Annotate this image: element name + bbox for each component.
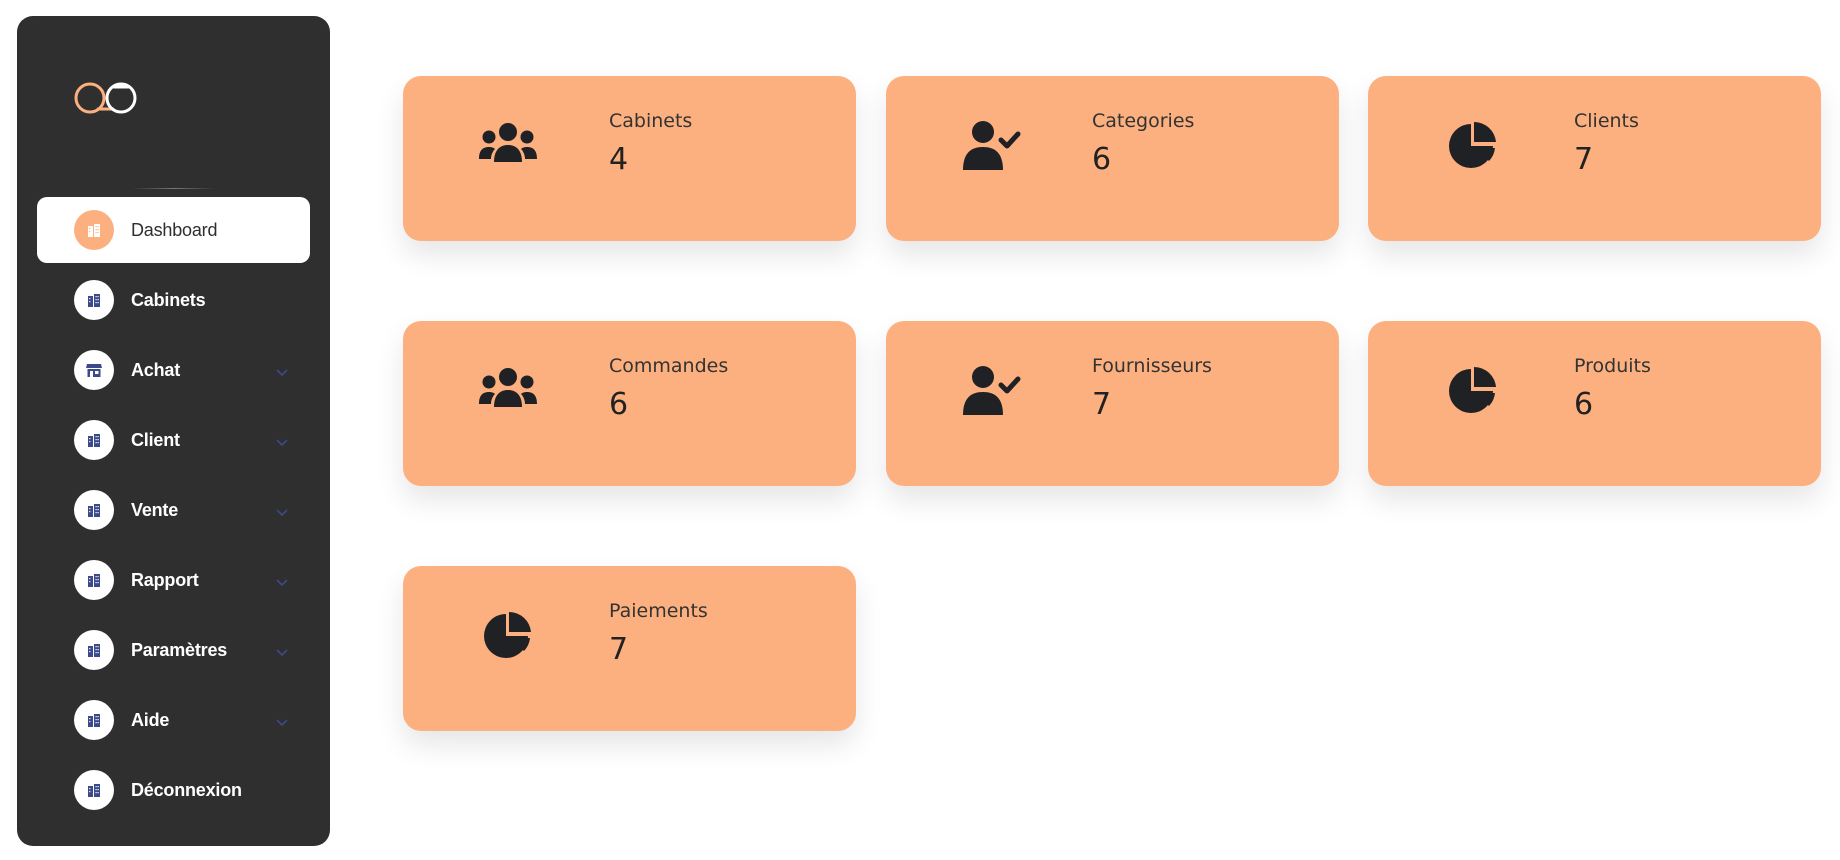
sidebar-item-client[interactable]: Client xyxy=(37,407,310,473)
pie-chart-icon xyxy=(1443,365,1503,417)
sidebar-item-label: Aide xyxy=(131,709,170,730)
sidebar-item-deconnexion[interactable]: Déconnexion xyxy=(37,757,310,823)
building-icon xyxy=(74,770,114,810)
user-check-icon xyxy=(961,365,1021,417)
chevron-down-icon[interactable] xyxy=(276,574,288,587)
sidebar-item-label: Vente xyxy=(131,499,179,520)
sidebar-item-aide[interactable]: Aide xyxy=(37,687,310,753)
sidebar-item-label: Dashboard xyxy=(131,219,218,240)
sidebar-item-label: Client xyxy=(131,429,180,450)
users-icon xyxy=(478,365,538,417)
pie-chart-icon xyxy=(478,610,538,662)
card-value: 7 xyxy=(1092,387,1112,422)
sidebar-item-parametres[interactable]: Paramètres xyxy=(37,617,310,683)
chevron-down-icon[interactable] xyxy=(276,434,288,447)
sidebar-item-achat[interactable]: Achat xyxy=(37,337,310,403)
card-title: Categories xyxy=(1092,110,1195,132)
chevron-down-icon[interactable] xyxy=(276,364,288,377)
building-icon xyxy=(74,700,114,740)
logo[interactable] xyxy=(71,78,151,118)
sidebar-item-label: Cabinets xyxy=(131,289,206,310)
sidebar-item-label: Achat xyxy=(131,359,181,380)
chevron-down-icon[interactable] xyxy=(276,644,288,657)
building-icon xyxy=(74,560,114,600)
stat-card-categories[interactable]: Categories 6 xyxy=(886,76,1339,241)
card-value: 6 xyxy=(1574,387,1594,422)
sidebar-item-label: Paramètres xyxy=(131,639,228,660)
pie-chart-icon xyxy=(1443,120,1503,172)
sidebar-item-rapport[interactable]: Rapport xyxy=(37,547,310,613)
sidebar-item-label: Déconnexion xyxy=(131,779,242,800)
building-icon xyxy=(74,490,114,530)
card-title: Commandes xyxy=(609,355,729,377)
card-title: Cabinets xyxy=(609,110,693,132)
building-icon xyxy=(74,630,114,670)
sidebar-item-label: Rapport xyxy=(131,569,199,590)
logo-divider xyxy=(132,188,216,189)
card-value: 7 xyxy=(609,632,629,667)
building-icon xyxy=(74,210,114,250)
card-value: 7 xyxy=(1574,142,1594,177)
stat-card-paiements[interactable]: Paiements 7 xyxy=(403,566,856,731)
card-title: Clients xyxy=(1574,110,1639,132)
user-check-icon xyxy=(961,120,1021,172)
card-value: 6 xyxy=(1092,142,1112,177)
building-icon xyxy=(74,420,114,460)
card-value: 4 xyxy=(609,142,629,177)
stat-card-produits[interactable]: Produits 6 xyxy=(1368,321,1821,486)
stat-card-cabinets[interactable]: Cabinets 4 xyxy=(403,76,856,241)
card-title: Fournisseurs xyxy=(1092,355,1212,377)
users-icon xyxy=(478,120,538,172)
store-icon xyxy=(74,350,114,390)
sidebar-item-vente[interactable]: Vente xyxy=(37,477,310,543)
card-value: 6 xyxy=(609,387,629,422)
chevron-down-icon[interactable] xyxy=(276,714,288,727)
card-title: Produits xyxy=(1574,355,1651,377)
stat-card-clients[interactable]: Clients 7 xyxy=(1368,76,1821,241)
building-icon xyxy=(74,280,114,320)
sidebar-item-cabinets[interactable]: Cabinets xyxy=(37,267,310,333)
chevron-down-icon[interactable] xyxy=(276,504,288,517)
card-title: Paiements xyxy=(609,600,708,622)
sidebar-item-dashboard[interactable]: Dashboard xyxy=(37,197,310,263)
stat-card-commandes[interactable]: Commandes 6 xyxy=(403,321,856,486)
stat-card-fournisseurs[interactable]: Fournisseurs 7 xyxy=(886,321,1339,486)
